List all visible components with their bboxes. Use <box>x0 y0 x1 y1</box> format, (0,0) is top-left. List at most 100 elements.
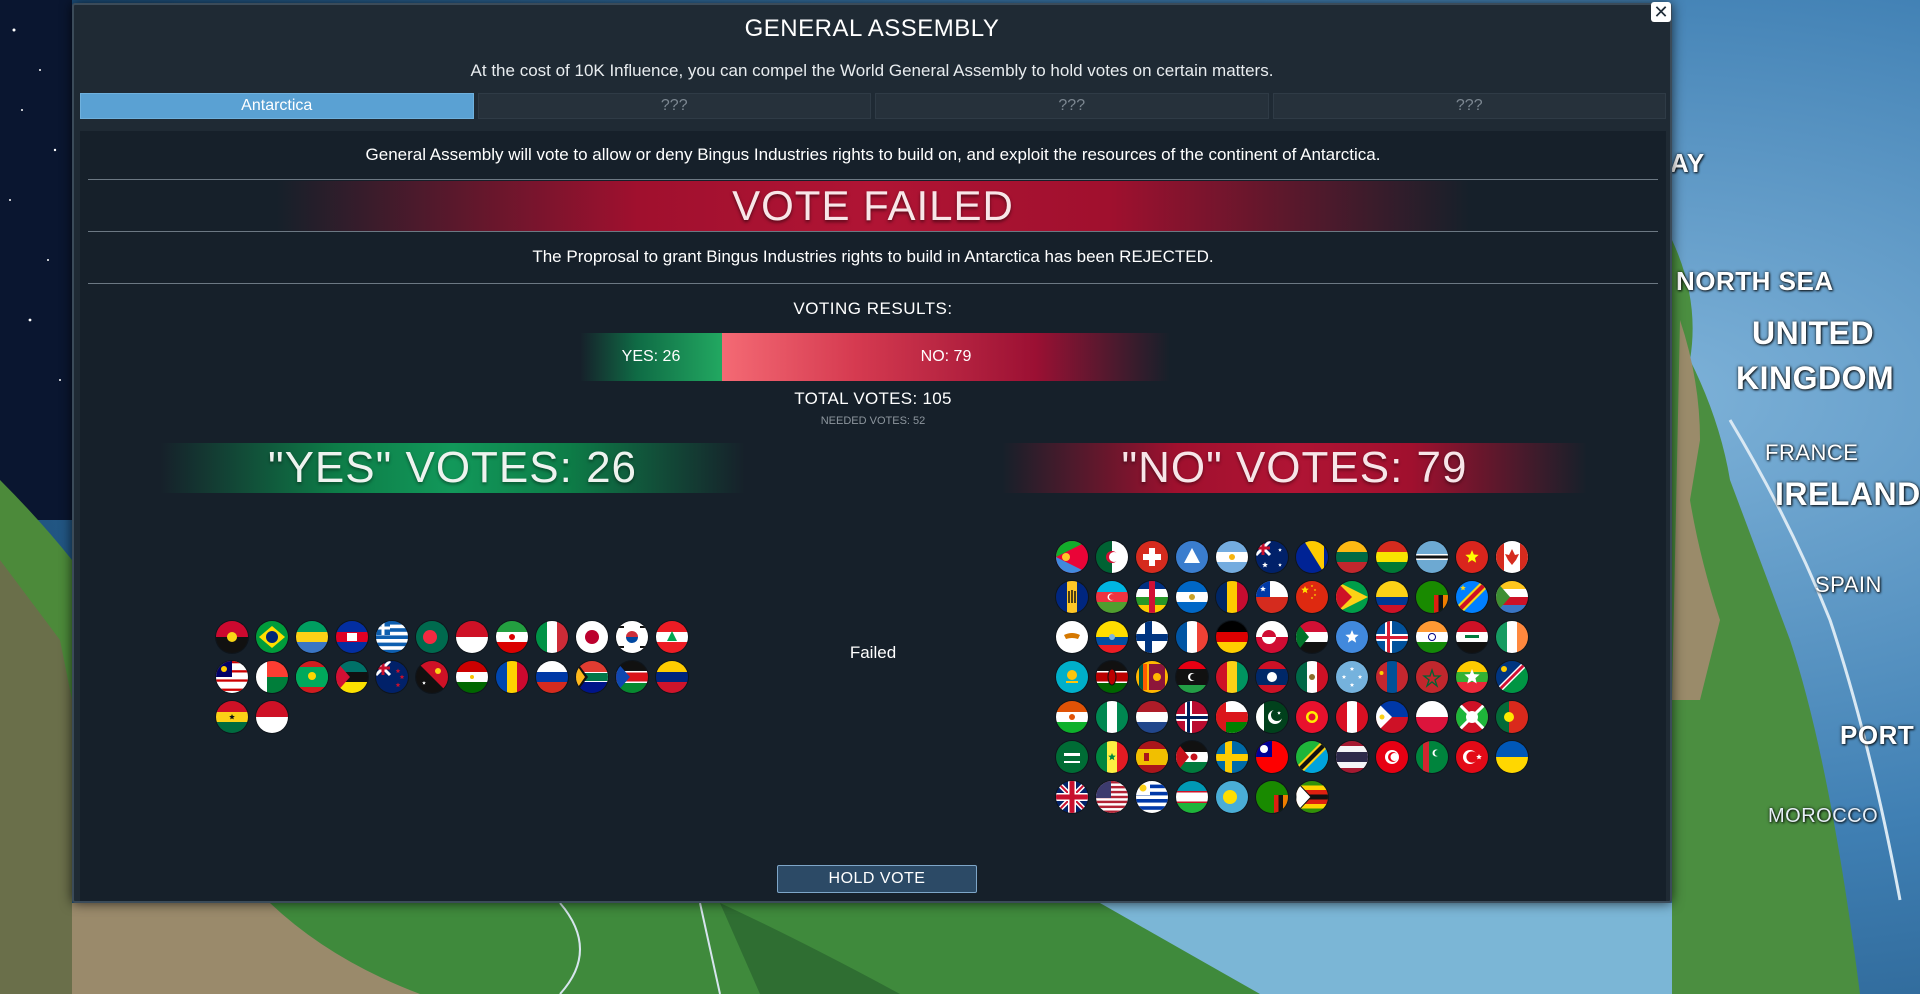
map-label: NORTH SEA <box>1676 266 1834 296</box>
flag-mozambique-icon[interactable] <box>336 661 368 693</box>
flag-norway-icon[interactable] <box>1176 701 1208 733</box>
tab-locked-2[interactable]: ??? <box>875 93 1269 119</box>
flag-zambia-icon[interactable] <box>1416 581 1448 613</box>
flag-sweden-icon[interactable] <box>1216 741 1248 773</box>
flag-south-sudan-icon[interactable] <box>616 661 648 693</box>
flag-canada-icon[interactable] <box>1496 541 1528 573</box>
flag-chad-icon[interactable] <box>1216 581 1248 613</box>
flag-venezuela-icon[interactable] <box>656 661 688 693</box>
flag-laos-icon[interactable] <box>1256 661 1288 693</box>
total-votes: TOTAL VOTES: 105 <box>794 389 952 408</box>
flag-zimbabwe-icon[interactable] <box>1296 781 1328 813</box>
map-label: SPAIN <box>1815 572 1882 597</box>
flag-south-africa-icon[interactable] <box>576 661 608 693</box>
flag-oman-icon[interactable] <box>1216 701 1248 733</box>
flag-russia-icon[interactable] <box>536 661 568 693</box>
no-votes-header: "NO" VOTES: 79 <box>1002 443 1587 493</box>
flag-ghana-icon[interactable] <box>216 701 248 733</box>
map-label: PORT <box>1840 720 1915 750</box>
flag-sahrawi-icon[interactable] <box>1176 741 1208 773</box>
flag-palau-icon[interactable] <box>1216 781 1248 813</box>
flag-niger-icon[interactable] <box>1056 701 1088 733</box>
flag-mexico-icon[interactable] <box>1296 661 1328 693</box>
flag-central-african-republic-icon[interactable] <box>1136 581 1168 613</box>
flag-mauritania-icon[interactable] <box>296 661 328 693</box>
flag-guinea-icon[interactable] <box>1216 661 1248 693</box>
flag-malaysia-icon[interactable] <box>216 661 248 693</box>
flag-uruguay-icon[interactable] <box>1136 781 1168 813</box>
flag-netherlands-icon[interactable] <box>1136 701 1168 733</box>
flag-new-zealand-icon[interactable] <box>376 661 408 693</box>
flag-colombia-icon[interactable] <box>1376 581 1408 613</box>
hold-vote-button[interactable]: HOLD VOTE <box>777 865 977 893</box>
flag-burundi-icon[interactable] <box>1456 701 1488 733</box>
flag-micronesia-icon[interactable] <box>1336 661 1368 693</box>
flag-botswana-icon[interactable] <box>1416 541 1448 573</box>
flag-pakistan-icon[interactable] <box>1256 701 1288 733</box>
flag-myanmar-icon[interactable] <box>1456 661 1488 693</box>
divider <box>88 283 1658 284</box>
flag-monaco-icon[interactable] <box>256 701 288 733</box>
tab-locked-1[interactable]: ??? <box>477 93 871 119</box>
proposal-result-text: The Proprosal to grant Bingus Industries… <box>532 247 1214 266</box>
flag-chile-icon[interactable] <box>1256 581 1288 613</box>
flag-senegal-icon[interactable] <box>1096 741 1128 773</box>
tab-locked-3[interactable]: ??? <box>1272 93 1666 119</box>
flag-kazakhstan-icon[interactable] <box>1056 661 1088 693</box>
vote-failed-banner: VOTE FAILED <box>88 181 1658 231</box>
flag-australia-icon[interactable] <box>1256 541 1288 573</box>
flag-ukraine-icon[interactable] <box>1496 741 1528 773</box>
tab-antarctica[interactable]: Antarctica <box>80 93 474 119</box>
flag-madagascar-icon[interactable] <box>256 661 288 693</box>
flag-poland-icon[interactable] <box>1416 701 1448 733</box>
flag-tanzania-icon[interactable] <box>1296 741 1328 773</box>
flag-taiwan-icon[interactable] <box>1256 741 1288 773</box>
flag-mongolia-icon[interactable] <box>1376 661 1408 693</box>
flag-united-kingdom-icon[interactable] <box>1056 781 1088 813</box>
flag-morocco-icon[interactable] <box>1416 661 1448 693</box>
flag-nicaragua-icon[interactable] <box>1176 581 1208 613</box>
flag-united-states-icon[interactable] <box>1096 781 1128 813</box>
flag-switzerland-icon[interactable] <box>1136 541 1168 573</box>
flag-azerbaijan-icon[interactable] <box>1096 581 1128 613</box>
flag-saudi-arabia-icon[interactable] <box>1056 741 1088 773</box>
vote-status: Failed <box>849 643 897 662</box>
flag-bosnia-icon[interactable] <box>1296 541 1328 573</box>
flag-barbados-icon[interactable] <box>1056 581 1088 613</box>
map-label: MOROCCO <box>1768 805 1879 827</box>
flag-antarctica-icon[interactable] <box>1176 541 1208 573</box>
flag-kyrgyzstan-icon[interactable] <box>1296 701 1328 733</box>
flag-turkmenistan-icon[interactable] <box>1416 741 1448 773</box>
flag-uzbekistan-icon[interactable] <box>1176 781 1208 813</box>
flag-portugal-icon[interactable] <box>1496 701 1528 733</box>
flag-tunisia-icon[interactable] <box>1376 741 1408 773</box>
flag-nigeria-icon[interactable] <box>1096 701 1128 733</box>
flag-sri-lanka-icon[interactable] <box>1136 661 1168 693</box>
flag-kenya-icon[interactable] <box>1096 661 1128 693</box>
map-label: KINGDOM <box>1736 360 1895 396</box>
flag-spain-icon[interactable] <box>1136 741 1168 773</box>
flag-vietnam-icon[interactable] <box>1456 541 1488 573</box>
flag-argentina-icon[interactable] <box>1216 541 1248 573</box>
flag-philippines-icon[interactable] <box>1376 701 1408 733</box>
flag-zambia-icon[interactable] <box>1256 781 1288 813</box>
flag-lithuania-icon[interactable] <box>1336 541 1368 573</box>
flag-eritrea-icon[interactable] <box>1056 541 1088 573</box>
flag-namibia-icon[interactable] <box>1496 661 1528 693</box>
flag-dr-congo-icon[interactable] <box>1456 581 1488 613</box>
flag-thailand-icon[interactable] <box>1336 741 1368 773</box>
map-label: UNITED <box>1752 315 1875 351</box>
flag-bolivia-icon[interactable] <box>1376 541 1408 573</box>
flag-turkey-icon[interactable] <box>1456 741 1488 773</box>
flag-guyana-icon[interactable] <box>1336 581 1368 613</box>
flag-comoros-icon[interactable] <box>1496 581 1528 613</box>
flag-libya-icon[interactable] <box>1176 661 1208 693</box>
yes-flags-grid <box>216 621 688 733</box>
flag-algeria-icon[interactable] <box>1096 541 1128 573</box>
flag-moldova-icon[interactable] <box>496 661 528 693</box>
flag-china-icon[interactable] <box>1296 581 1328 613</box>
flag-tajikistan-icon[interactable] <box>456 661 488 693</box>
flag-papua-new-guinea-icon[interactable] <box>416 661 448 693</box>
close-icon[interactable]: ✕ <box>1651 2 1671 22</box>
flag-peru-icon[interactable] <box>1336 701 1368 733</box>
